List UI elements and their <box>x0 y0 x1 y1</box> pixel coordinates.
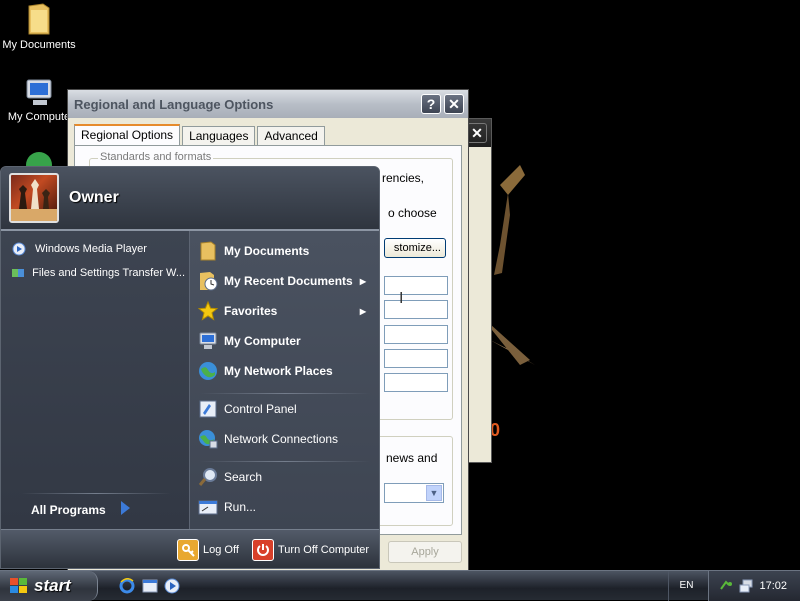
system-network-connections[interactable]: Network Connections <box>198 429 374 449</box>
system-control-panel[interactable]: Control Panel <box>198 399 374 419</box>
tool-label: Run... <box>224 500 257 514</box>
internet-explorer-icon[interactable] <box>118 577 136 595</box>
all-programs-separator <box>21 493 171 494</box>
network-globe-icon <box>198 361 218 381</box>
system-tray: 17:02 <box>708 571 800 601</box>
media-player-icon[interactable] <box>163 577 181 595</box>
group-title: Standards and formats <box>98 151 214 163</box>
text-cursor-icon: I <box>399 290 404 307</box>
sample-short-date-field[interactable] <box>384 349 448 368</box>
log-off-label: Log Off <box>203 544 239 556</box>
tray-safely-remove-icon[interactable] <box>719 579 733 593</box>
desktop-icon-my-documents[interactable]: My Documents <box>0 2 81 51</box>
place-favorites[interactable]: Favorites ▶ <box>198 301 374 321</box>
desktop-icon-label: My Documents <box>2 39 76 51</box>
place-label: My Documents <box>224 244 310 258</box>
key-icon <box>177 539 199 561</box>
show-desktop-icon[interactable] <box>141 577 159 595</box>
media-player-icon <box>9 239 29 259</box>
sample-number-field[interactable] <box>384 276 448 295</box>
tool-run[interactable]: Run... <box>198 497 374 517</box>
desktop-icon-label: My Compute <box>7 111 71 123</box>
tool-search[interactable]: Search <box>198 467 374 487</box>
pinned-programs-column: Windows Media Player Files and Settings … <box>1 231 189 529</box>
place-label: My Computer <box>224 334 301 348</box>
submenu-arrow-icon: ▶ <box>359 276 366 286</box>
windows-logo-icon <box>10 578 28 594</box>
help-button[interactable]: ? <box>421 94 441 114</box>
folder-icon <box>28 3 50 35</box>
sample-time-field[interactable] <box>384 325 448 344</box>
all-programs-button[interactable]: All Programs <box>31 501 151 518</box>
chess-pieces-icon <box>11 179 57 221</box>
tab-regional-options[interactable]: Regional Options <box>74 124 181 146</box>
place-label: My Network Places <box>224 364 333 378</box>
chevron-down-icon[interactable]: ▼ <box>426 485 442 501</box>
tray-network-icon[interactable] <box>739 579 755 593</box>
sample-long-date-field[interactable] <box>384 373 448 392</box>
start-button[interactable]: start <box>0 571 98 601</box>
run-icon <box>198 497 218 517</box>
sample-currency-field[interactable] <box>384 300 448 319</box>
control-panel-icon <box>198 399 218 419</box>
pinned-item-media-player[interactable]: Windows Media Player <box>9 239 185 259</box>
place-my-computer[interactable]: My Computer <box>198 331 374 351</box>
turn-off-button[interactable]: Turn Off Computer <box>252 539 369 561</box>
arrow-right-icon <box>120 501 130 518</box>
wallpaper-dagger-image <box>480 165 535 365</box>
language-indicator[interactable]: EN <box>668 571 704 601</box>
log-off-button[interactable]: Log Off <box>177 539 239 561</box>
start-label: start <box>34 576 71 595</box>
description-text-partial-2: o choose <box>388 206 437 220</box>
computer-icon <box>198 331 218 351</box>
place-my-recent-documents[interactable]: My Recent Documents ▶ <box>198 271 374 291</box>
customize-button[interactable]: stomize... <box>384 238 446 258</box>
tab-advanced[interactable]: Advanced <box>257 126 325 146</box>
start-menu[interactable]: Owner Windows Media Player Files and Set… <box>0 166 380 569</box>
taskbar: start EN 17:02 <box>0 570 800 601</box>
system-separator <box>200 461 370 462</box>
recent-docs-icon <box>198 271 218 291</box>
tab-languages[interactable]: Languages <box>182 126 256 146</box>
location-select[interactable]: ▼ <box>384 483 444 503</box>
system-label: Control Panel <box>224 402 297 416</box>
user-avatar[interactable] <box>9 173 59 223</box>
tool-label: Search <box>224 470 263 484</box>
place-my-documents[interactable]: My Documents <box>198 241 374 261</box>
computer-icon <box>26 79 52 105</box>
star-icon <box>198 301 218 321</box>
clock[interactable]: 17:02 <box>759 580 787 592</box>
search-icon <box>198 467 218 487</box>
place-label: Favorites <box>224 304 278 318</box>
transfer-wizard-icon <box>9 263 26 283</box>
place-my-network-places[interactable]: My Network Places <box>198 361 374 381</box>
pinned-item-label: Windows Media Player <box>35 243 147 255</box>
submenu-arrow-icon: ▶ <box>359 306 366 316</box>
turn-off-label: Turn Off Computer <box>278 544 370 556</box>
location-text-partial: news and <box>386 451 438 465</box>
tab-strip: Regional Options Languages Advanced <box>74 124 327 146</box>
close-button[interactable]: ✕ <box>444 94 464 114</box>
description-text-partial-1: rencies, <box>382 171 425 185</box>
background-window-close-button[interactable]: ✕ <box>467 123 487 143</box>
places-column: My Documents My Recent Documents ▶ Favor… <box>189 231 379 529</box>
power-icon <box>252 539 274 561</box>
place-label: My Recent Documents <box>224 274 353 288</box>
all-programs-label: All Programs <box>31 502 106 517</box>
apply-button[interactable]: Apply <box>388 541 462 563</box>
dialog-titlebar[interactable]: Regional and Language Options <box>68 90 468 118</box>
user-name: Owner <box>69 189 119 206</box>
places-separator <box>200 393 370 394</box>
dialog-title: Regional and Language Options <box>74 96 274 112</box>
start-menu-header: Owner <box>1 167 379 231</box>
network-connections-icon <box>198 429 218 449</box>
pinned-item-transfer-wizard[interactable]: Files and Settings Transfer W... <box>9 263 185 283</box>
start-menu-footer: Log Off Turn Off Computer <box>1 529 379 568</box>
pinned-item-label: Files and Settings Transfer W... <box>32 267 185 279</box>
folder-icon <box>198 241 218 261</box>
system-label: Network Connections <box>224 432 339 446</box>
